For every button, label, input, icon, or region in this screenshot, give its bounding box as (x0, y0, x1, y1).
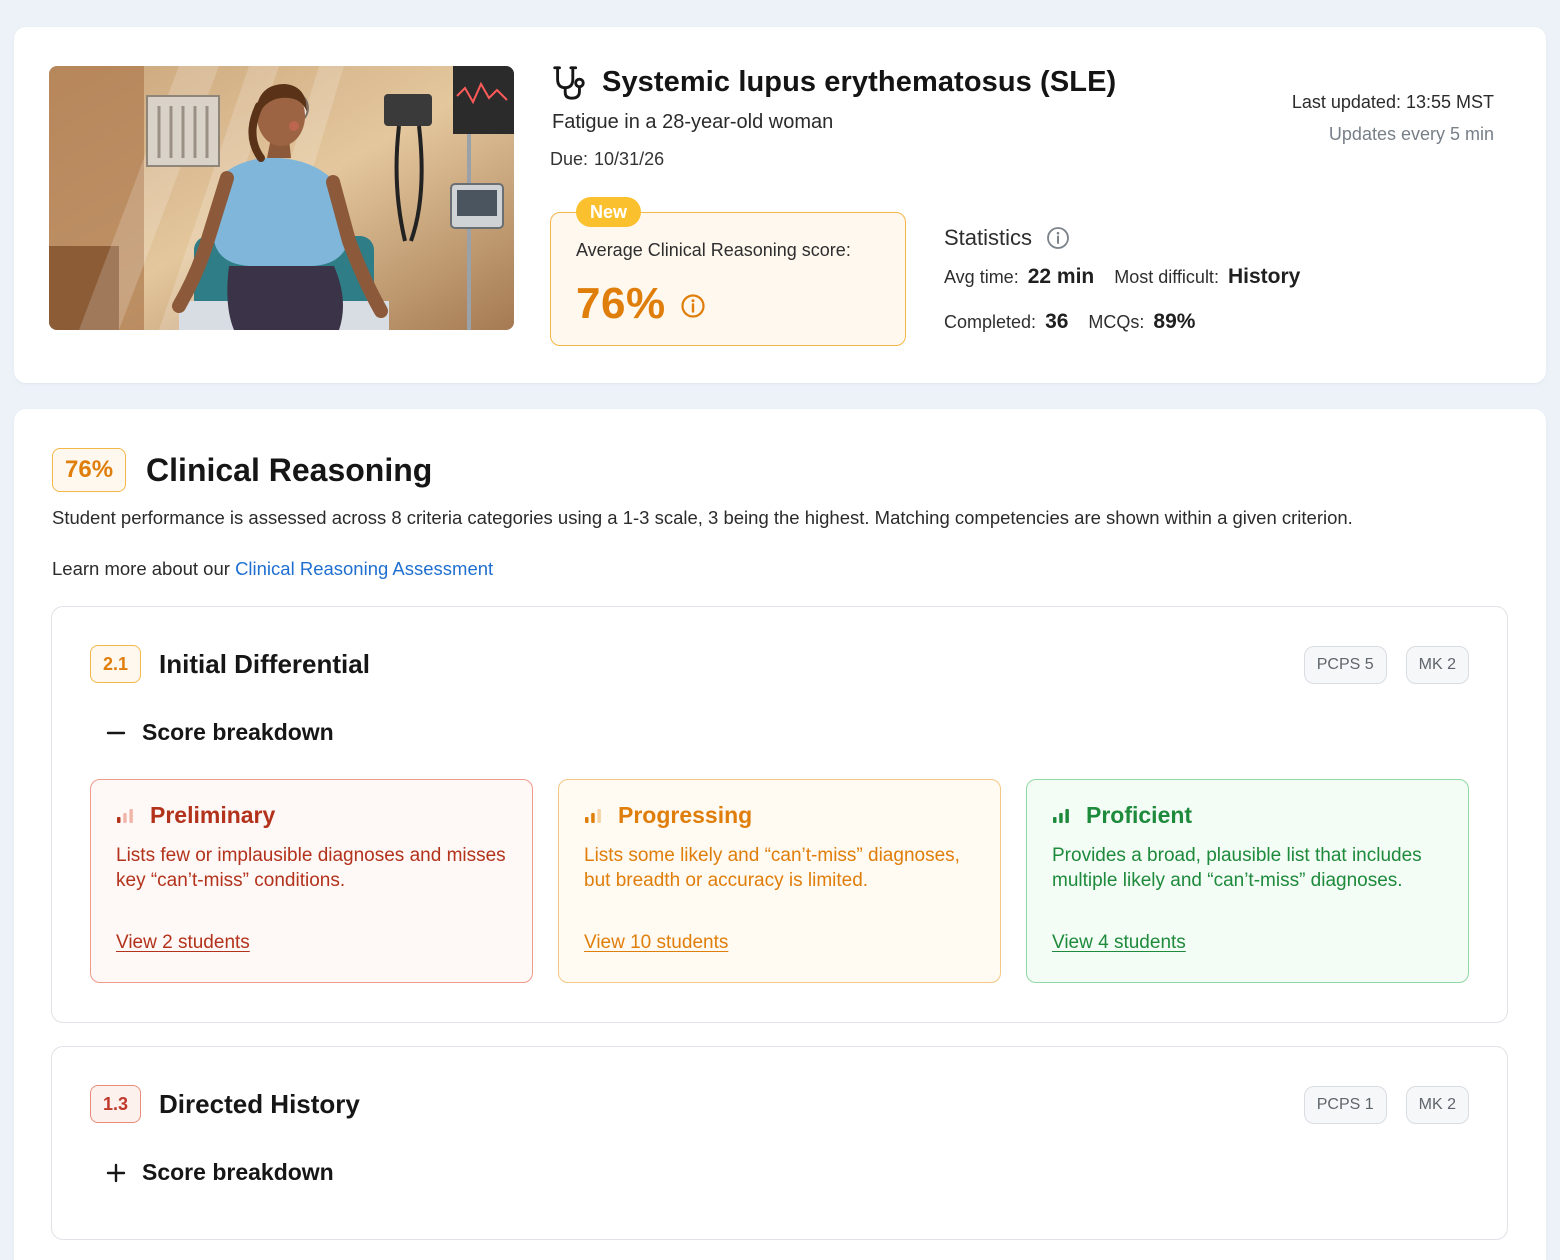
minus-icon (106, 731, 126, 734)
avg-time-value: 22 min (1027, 265, 1095, 288)
completed-label: Completed: (944, 312, 1037, 332)
level-card-preliminary: Preliminary Lists few or implausible dia… (90, 779, 533, 983)
completed-value: 36 (1045, 310, 1069, 333)
level-description: Provides a broad, plausible list that in… (1052, 845, 1422, 891)
plus-icon (106, 1163, 126, 1182)
clinical-reasoning-title: Clinical Reasoning (146, 451, 433, 488)
level-card-proficient: Proficient Provides a broad, plausible l… (1026, 779, 1469, 983)
criterion-number-badge: 2.1 (90, 645, 142, 683)
learn-more-prefix: Learn more about our (52, 558, 230, 579)
signal-bars-low-icon (117, 808, 133, 823)
level-card-progressing: Progressing Lists some likely and “can’t… (558, 779, 1001, 983)
average-score-row: 76% (576, 279, 706, 329)
criterion-number-badge: 1.3 (90, 1085, 142, 1123)
score-breakdown-toggle[interactable]: Score breakdown (106, 719, 334, 746)
competency-tag: MK 2 (1405, 646, 1469, 684)
level-header: Preliminary (116, 802, 275, 829)
view-students-link[interactable]: View 2 students (116, 932, 250, 954)
statistics-row-1: Avg time: 22 min Most difficult: History (944, 265, 1320, 289)
competency-tag: PCPS 1 (1303, 1086, 1387, 1124)
info-icon[interactable] (680, 293, 706, 319)
score-breakdown-label: Score breakdown (142, 1159, 334, 1185)
statistics-title: Statistics (944, 225, 1033, 250)
view-students-link[interactable]: View 4 students (1052, 932, 1186, 954)
competency-tags: PCPS 5 MK 2 (1285, 646, 1469, 684)
level-description: Lists few or implausible diagnoses and m… (116, 845, 506, 891)
learn-more-text: Learn more about our Clinical Reasoning … (52, 558, 493, 580)
level-header: Progressing (584, 802, 752, 829)
update-frequency: Updates every 5 min (1328, 124, 1494, 144)
criterion-title: Directed History (159, 1088, 360, 1119)
criterion-directed-history: 1.3 Directed History PCPS 1 MK 2 Score b… (51, 1046, 1508, 1240)
most-difficult-label: Most difficult: (1114, 267, 1219, 287)
statistics-row-2: Completed: 36 MCQs: 89% (944, 310, 1215, 334)
criterion-header: 1.3 Directed History (90, 1085, 360, 1123)
due-label: Due: (550, 149, 589, 169)
competency-tags: PCPS 1 MK 2 (1285, 1086, 1469, 1124)
view-students-link[interactable]: View 10 students (584, 932, 728, 954)
score-breakdown-toggle[interactable]: Score breakdown (106, 1159, 334, 1186)
most-difficult-value: History (1227, 265, 1301, 288)
criterion-header: 2.1 Initial Differential (90, 645, 370, 683)
case-summary-card: Systemic lupus erythematosus (SLE) Fatig… (14, 27, 1546, 383)
level-header: Proficient (1052, 802, 1192, 829)
level-title: Proficient (1086, 802, 1193, 828)
statistics-header: Statistics (944, 225, 1070, 251)
competency-tag: PCPS 5 (1303, 646, 1387, 684)
clinical-reasoning-assessment-link[interactable]: Clinical Reasoning Assessment (235, 558, 493, 579)
clinical-reasoning-description: Student performance is assessed across 8… (52, 507, 1353, 528)
due-date: Due: 10/31/26 (550, 149, 664, 170)
mcqs-value: 89% (1153, 310, 1196, 333)
case-title-row: Systemic lupus erythematosus (SLE) (550, 63, 1116, 101)
signal-bars-medium-icon (585, 808, 601, 823)
new-badge: New (576, 197, 642, 227)
score-breakdown-label: Score breakdown (142, 719, 334, 745)
clinical-reasoning-header: 76% Clinical Reasoning (52, 448, 432, 492)
statistics-info-icon[interactable] (1046, 226, 1070, 250)
criterion-initial-differential: 2.1 Initial Differential PCPS 5 MK 2 Sco… (51, 606, 1508, 1023)
stethoscope-icon (553, 66, 585, 100)
level-description: Lists some likely and “can’t-miss” diagn… (584, 845, 960, 891)
mcqs-label: MCQs: (1088, 312, 1145, 332)
competency-tag: MK 2 (1405, 1086, 1469, 1124)
avg-time-label: Avg time: (944, 267, 1019, 287)
average-score-label: Average Clinical Reasoning score: (576, 240, 851, 260)
clinical-reasoning-score-badge: 76% (52, 448, 127, 492)
case-title: Systemic lupus erythematosus (SLE) (602, 65, 1117, 98)
criterion-title: Initial Differential (159, 648, 370, 679)
level-title: Progressing (618, 802, 753, 828)
case-subtitle: Fatigue in a 28-year-old woman (552, 111, 834, 133)
patient-illustration (49, 66, 514, 330)
clinical-reasoning-card: 76% Clinical Reasoning Student performan… (14, 409, 1546, 1260)
due-value: 10/31/26 (594, 149, 665, 169)
last-updated: Last updated: 13:55 MST (1291, 92, 1494, 112)
average-score-box: New Average Clinical Reasoning score: 76… (550, 197, 906, 346)
case-illustration (49, 66, 514, 330)
average-score-value: 76% (576, 279, 666, 328)
level-title: Preliminary (150, 802, 276, 828)
signal-bars-high-icon (1053, 808, 1069, 823)
